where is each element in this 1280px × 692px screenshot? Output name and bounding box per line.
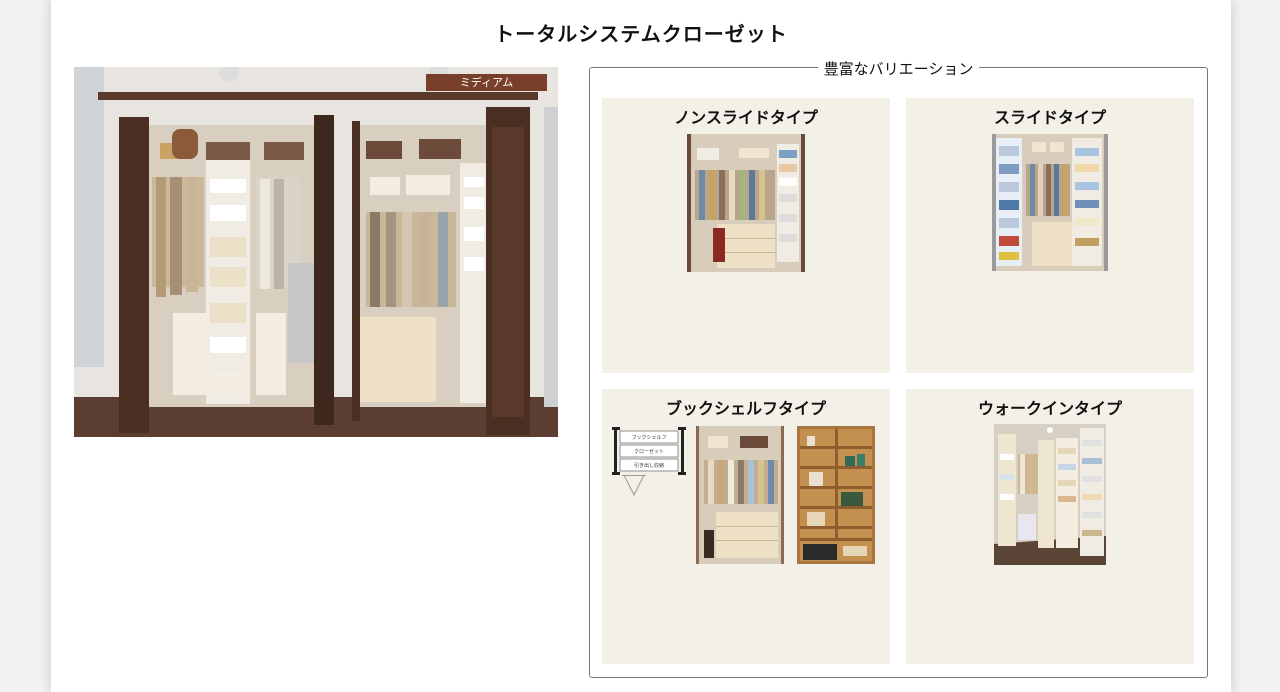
- variations-legend: 豊富なバリエーション: [817, 58, 980, 79]
- page-title: トータルシステムクローゼット: [494, 22, 788, 46]
- variation-title: ブックシェルフタイプ: [665, 399, 826, 418]
- closet-photo-illustration: [74, 67, 558, 437]
- variation-title: ウォークインタイプ: [977, 399, 1122, 418]
- non-slide-closet-image: [687, 134, 805, 272]
- size-badge: ミディアム: [426, 74, 547, 91]
- bookshelf-layout-diagram: ブックシェルフ クローゼット 引き出し収納: [612, 427, 686, 497]
- slide-closet-image: [992, 134, 1108, 271]
- variation-title: ノンスライドタイプ: [674, 108, 818, 127]
- diagram-label: 引き出し収納: [634, 462, 664, 469]
- variation-title: スライドタイプ: [993, 108, 1106, 127]
- variation-card-non-slide[interactable]: ノンスライドタイプ: [602, 98, 890, 373]
- variation-card-walk-in[interactable]: ウォークインタイプ: [906, 389, 1194, 664]
- hero-closet-image: ミディアム: [74, 67, 558, 437]
- diagram-label: ブックシェルフ: [631, 434, 666, 441]
- bookshelf-closet-image: [696, 426, 784, 564]
- variations-panel: 豊富なバリエーション ノンスライドタイプ スライドタイプ ブックシェルフタイプ …: [589, 58, 1208, 678]
- bookshelf-image: [797, 426, 875, 564]
- walk-in-closet-image: [994, 424, 1106, 565]
- variation-card-slide[interactable]: スライドタイプ: [906, 98, 1194, 373]
- variation-card-bookshelf[interactable]: ブックシェルフタイプ ブックシェルフ クローゼット 引き出し収納: [602, 389, 890, 664]
- diagram-label: クローゼット: [634, 448, 664, 455]
- page-container: トータルシステムクローゼット ミディアム 豊富なバリエーション ノンスライドタイ…: [51, 0, 1231, 692]
